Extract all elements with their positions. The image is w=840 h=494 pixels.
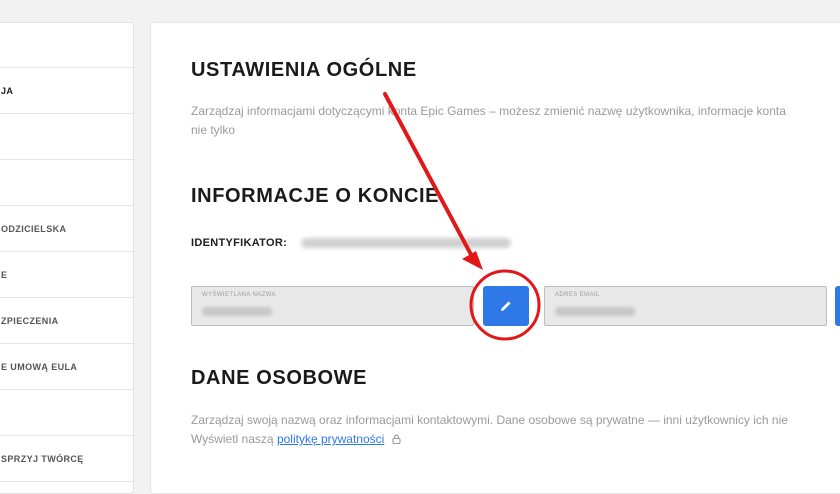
sidebar: JA ODZICIELSKA E ZPIECZENIA E UMOWĄ EULA… [0,22,134,494]
sidebar-item-2[interactable] [0,114,133,160]
sidebar-item-3[interactable] [0,160,133,206]
general-settings-title: USTAWIENIA OGÓLNE [191,59,417,81]
account-id-value-blurred [301,238,511,248]
display-name-label: WYŚWIETLANA NAZWA [202,292,276,298]
privacy-policy-link[interactable]: politykę prywatności [277,432,384,446]
sidebar-item-5[interactable]: E [0,252,133,298]
account-info-title: INFORMACJE O KONCIE [191,185,440,207]
sidebar-item-label: ODZICIELSKA [1,223,67,234]
email-value-blurred [555,307,635,316]
sidebar-item-8[interactable] [0,390,133,436]
general-settings-description: Zarządzaj informacjami dotyczącymi konta… [191,102,840,140]
personal-desc-prefix: Wyświetl naszą [191,432,274,446]
edit-email-button[interactable] [835,286,840,326]
main-panel: USTAWIENIA OGÓLNE Zarządzaj informacjami… [150,22,840,494]
sidebar-item-account[interactable]: JA [0,68,133,114]
sidebar-item-label: ZPIECZENIA [1,315,59,326]
personal-desc-line2: Wyświetl naszą politykę prywatności [191,430,840,449]
edit-display-name-button[interactable] [483,286,529,326]
general-desc-line1: Zarządzaj informacjami dotyczącymi konta… [191,104,786,118]
sidebar-item-parental[interactable]: ODZICIELSKA [0,206,133,252]
sidebar-item-label: E [1,269,8,280]
personal-data-title: DANE OSOBOWE [191,367,368,389]
sidebar-item-0[interactable] [0,23,133,68]
sidebar-item-label: JA [1,85,14,96]
sidebar-item-label: E UMOWĄ EULA [1,361,78,372]
display-name-value-blurred [202,307,272,316]
personal-data-description: Zarządzaj swoją nazwą oraz informacjami … [191,411,840,449]
display-name-field[interactable]: WYŚWIETLANA NAZWA [191,286,474,326]
sidebar-item-label: SPRZYJ TWÓRCĘ [1,453,84,464]
sidebar-item-creator[interactable]: SPRZYJ TWÓRCĘ [0,436,133,482]
id-label: IDENTYFIKATOR: [191,237,288,249]
general-desc-line2: nie tylko [191,123,236,137]
lock-icon [392,434,401,445]
email-field[interactable]: ADRES EMAIL [544,286,827,326]
email-label: ADRES EMAIL [555,292,600,298]
pencil-icon [501,301,511,311]
sidebar-item-eula[interactable]: E UMOWĄ EULA [0,344,133,390]
personal-desc-line1: Zarządzaj swoją nazwą oraz informacjami … [191,413,788,427]
sidebar-item-security[interactable]: ZPIECZENIA [0,298,133,344]
